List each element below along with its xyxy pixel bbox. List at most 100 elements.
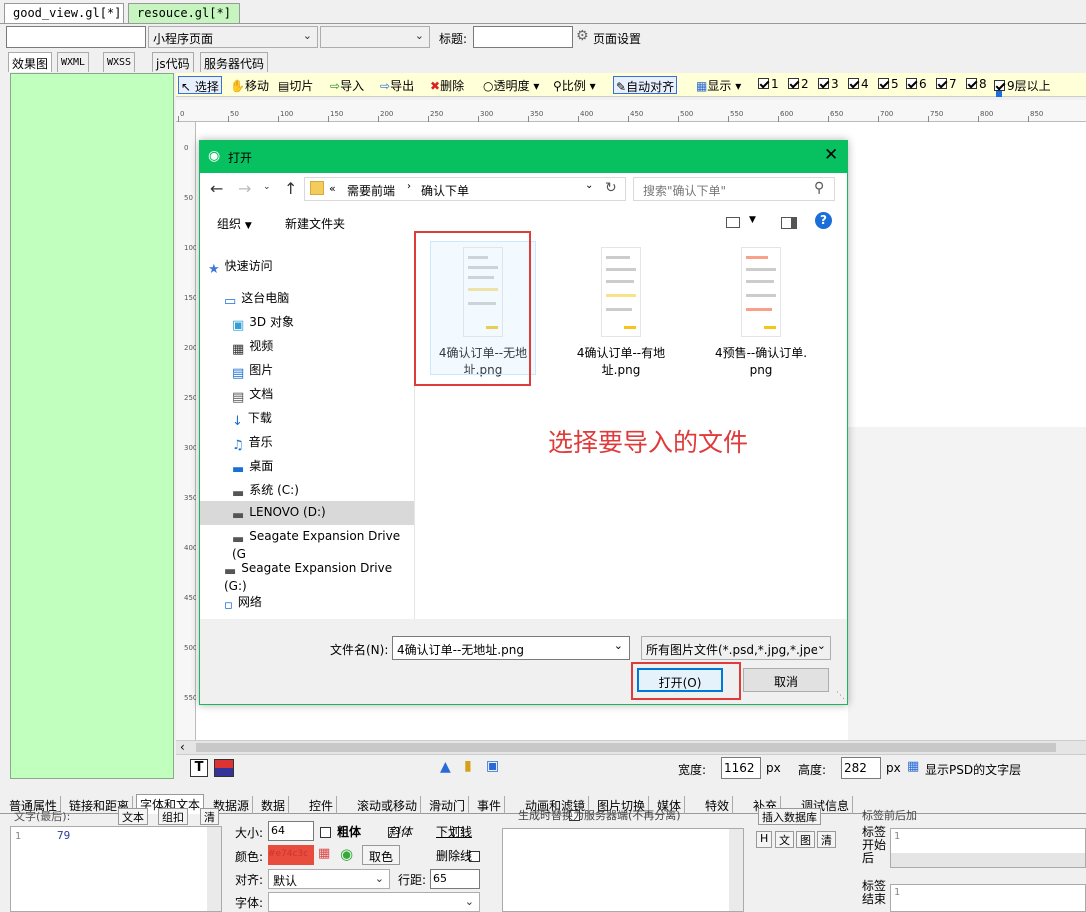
size-input[interactable]: 64 — [268, 821, 314, 841]
layer-checkbox-5[interactable]: 5 — [876, 76, 901, 94]
back-arrow-icon[interactable]: ← — [210, 179, 223, 198]
image-insert-button[interactable]: 图 — [796, 831, 815, 848]
horizontal-scrollbar[interactable]: ‹ — [176, 740, 1086, 754]
nav-item[interactable]: ▫ 网络 — [200, 589, 414, 613]
move-tool-button[interactable]: ✋移动 — [228, 76, 271, 94]
tab-wxss[interactable]: WXSS — [103, 52, 136, 72]
filename-input[interactable]: 4确认订单--无地址.png ⌄ — [392, 636, 630, 660]
palette-icon[interactable]: ▦ — [318, 846, 330, 861]
scroll-left-icon[interactable]: ‹ — [180, 740, 185, 754]
scrollbar-thumb[interactable] — [196, 743, 1056, 752]
search-box[interactable]: 搜索"确认下单" ⚲ — [633, 177, 835, 201]
font-select[interactable]: ⌄ — [268, 892, 480, 912]
search-icon[interactable]: ⚲ — [814, 180, 824, 196]
chevron-down-icon[interactable]: ⌄ — [585, 180, 593, 191]
bold-checkbox[interactable] — [320, 827, 331, 838]
tab-slide-door[interactable]: 滑动门 — [426, 796, 470, 814]
new-folder-button[interactable]: 新建文件夹 — [285, 215, 345, 232]
resize-grip-icon[interactable]: ⋱ — [836, 691, 845, 701]
tab-scroll[interactable]: 滚动或移动 — [354, 796, 422, 814]
nav-item[interactable]: ▤ 图片 — [200, 357, 414, 381]
tag-start-editor[interactable]: 1 — [890, 828, 1086, 868]
auto-align-button[interactable]: ✎自动对齐 — [613, 76, 678, 94]
text-button[interactable]: 文本 — [118, 808, 148, 825]
pick-color-button[interactable]: 取色 — [362, 845, 401, 865]
tab-server[interactable]: 服务器代码 — [200, 52, 269, 72]
color-wheel-icon[interactable]: ◉ — [340, 845, 353, 863]
nav-item[interactable]: ▬ 桌面 — [200, 453, 414, 477]
nav-item[interactable]: ♫ 音乐 — [200, 429, 414, 453]
image-tool-icon[interactable] — [214, 759, 234, 777]
filetype-select[interactable]: 所有图片文件(*.psd,*.jpg,*.jpe ⌄ — [641, 636, 831, 660]
secondary-select[interactable]: ⌄ — [320, 26, 430, 48]
page-type-select[interactable]: 小程序页面 ⌄ — [148, 26, 318, 48]
tab-event[interactable]: 事件 — [474, 796, 506, 814]
nav-item[interactable]: ▤ 文档 — [200, 381, 414, 405]
chevron-down-icon[interactable]: ⌄ — [614, 639, 623, 652]
caret-down-icon[interactable]: ▼ — [749, 215, 756, 225]
export-button[interactable]: ⇨导出 — [378, 76, 416, 94]
scale-dropdown[interactable]: ⚲比例 ▾ — [551, 76, 598, 94]
width-input[interactable]: 1162 — [721, 757, 761, 779]
nav-item[interactable]: ▦ 视频 — [200, 333, 414, 357]
text-insert-button[interactable]: 文 — [775, 831, 794, 848]
select-tool-button[interactable]: ↖ 选择 — [178, 76, 222, 94]
delete-button[interactable]: ✖删除 — [428, 76, 466, 94]
cancel-button[interactable]: 取消 — [743, 668, 829, 692]
search-input[interactable]: 搜索"确认下单" — [643, 182, 726, 199]
paint-icon[interactable]: ▲ — [440, 759, 451, 775]
up-arrow-icon[interactable]: ↑ — [284, 179, 297, 198]
gear-icon[interactable]: ⚙ — [576, 28, 589, 44]
layer-checkbox-8[interactable]: 8 — [964, 76, 989, 94]
layer-checkbox-2[interactable]: 2 — [786, 76, 811, 94]
text-tool-icon[interactable]: T — [190, 759, 208, 777]
slice-tool-button[interactable]: ▤切片 — [276, 76, 315, 94]
nav-item[interactable]: ↓ 下载 — [200, 405, 414, 429]
tab-wxml[interactable]: WXML — [57, 52, 90, 72]
tab-control[interactable]: 控件 — [306, 796, 338, 814]
insert-database-button[interactable]: 插入数据库 — [758, 808, 821, 825]
tab-resouce[interactable]: resouce.gl[*] — [128, 3, 240, 23]
page-name-input[interactable] — [6, 26, 146, 48]
editor-scrollbar[interactable] — [207, 827, 221, 911]
save-icon[interactable]: ▣ — [486, 758, 499, 774]
layer-checkbox-1[interactable]: 1 — [756, 76, 781, 94]
tab-effect[interactable]: 效果图 — [8, 52, 53, 72]
file-item-with-address[interactable]: 4确认订单--有地 址.png — [566, 247, 676, 379]
nav-item[interactable]: ▬ LENOVO (D:) — [200, 501, 414, 525]
layer-checkbox-6[interactable]: 6 — [904, 76, 929, 94]
opacity-dropdown[interactable]: ○透明度 ▾ — [481, 76, 541, 94]
layer-checkbox-3[interactable]: 3 — [816, 76, 841, 94]
view-mode-icon[interactable] — [726, 217, 740, 228]
height-input[interactable]: 282 — [841, 757, 881, 779]
clear-button[interactable]: 清 — [200, 808, 219, 825]
display-dropdown[interactable]: ▦显示 ▾ — [694, 76, 743, 94]
page-list-panel[interactable] — [10, 73, 174, 779]
preview-pane-icon[interactable] — [781, 217, 797, 229]
organize-menu[interactable]: 组织 ▼ — [217, 215, 252, 232]
close-icon[interactable]: ✕ — [824, 145, 838, 165]
tag-end-editor[interactable]: 1 — [890, 884, 1086, 912]
nav-item[interactable]: ★ 快速访问 — [200, 253, 414, 277]
server-editor-scrollbar[interactable] — [729, 829, 743, 911]
nav-item[interactable]: ▬ 系统 (C:) — [200, 477, 414, 501]
show-psd-text-button[interactable]: 显示PSD的文字层 — [925, 761, 1021, 778]
tab-js[interactable]: js代码 — [152, 52, 194, 72]
book-icon[interactable]: ▮ — [464, 758, 472, 774]
refresh-icon[interactable]: ↻ — [605, 180, 617, 196]
layer-checkbox-4[interactable]: 4 — [846, 76, 871, 94]
layer-checkbox-7[interactable]: 7 — [934, 76, 959, 94]
tab-data[interactable]: 数据 — [258, 796, 290, 814]
breadcrumb-item-1[interactable]: 需要前端 — [347, 182, 395, 199]
tab-good-view[interactable]: good_view.gl[*] — [4, 3, 124, 23]
nav-item[interactable]: ▬ Seagate Expansion Drive (G:) — [200, 557, 414, 593]
nav-item[interactable]: ▬ Seagate Expansion Drive (G — [200, 525, 414, 561]
breadcrumb-item-2[interactable]: 确认下单 — [421, 182, 469, 199]
title-input[interactable] — [473, 26, 573, 48]
mark-button[interactable]: 组扣 — [158, 808, 188, 825]
page-settings-button[interactable]: 页面设置 — [593, 30, 641, 47]
line-spacing-input[interactable]: 65 — [430, 869, 480, 889]
nav-item[interactable]: ▣ 3D 对象 — [200, 309, 414, 333]
color-swatch[interactable]: #e74c3c — [268, 845, 314, 865]
clear-server-button[interactable]: 清 — [817, 831, 836, 848]
